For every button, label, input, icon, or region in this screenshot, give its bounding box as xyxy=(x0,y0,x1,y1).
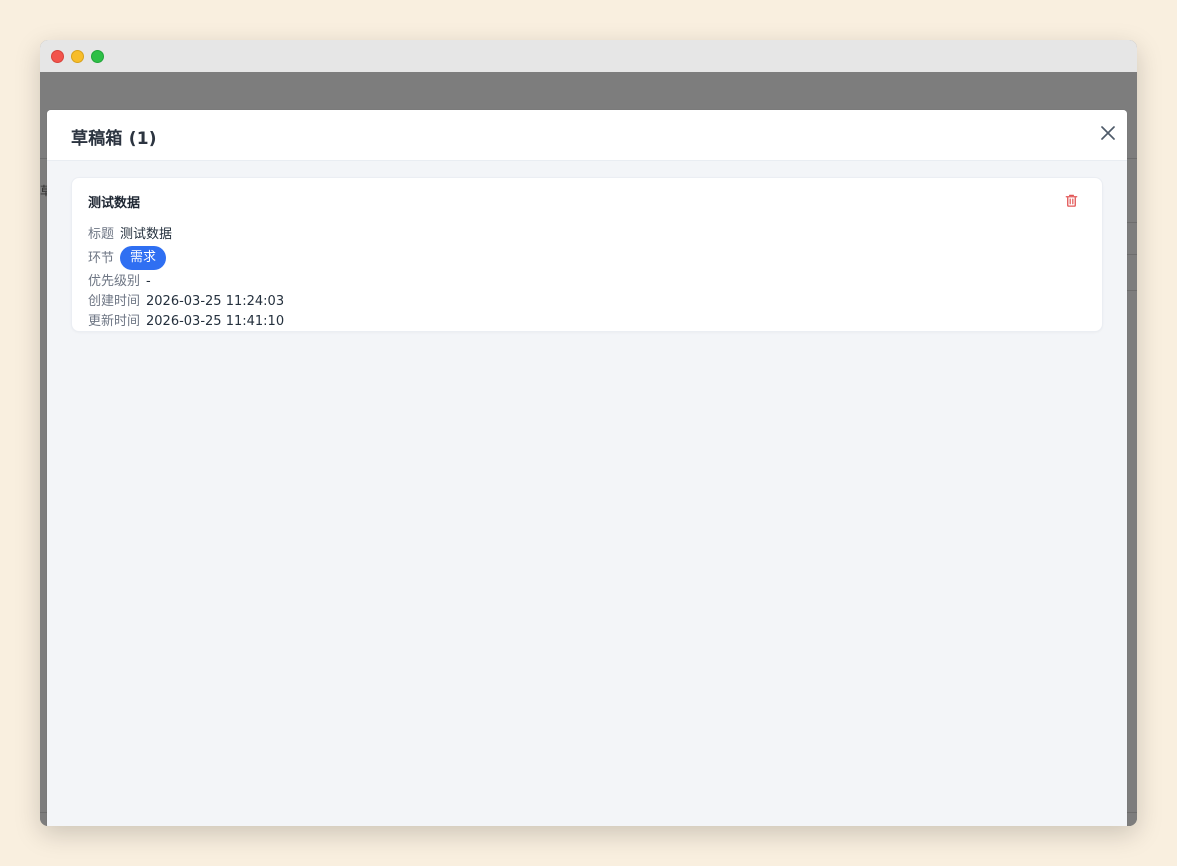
modal-body: 测试数据 标题 测试数据 环节 需求 优先级别 - 创建时间 2026-03-2… xyxy=(47,161,1127,826)
draft-card[interactable]: 测试数据 标题 测试数据 环节 需求 优先级别 - 创建时间 2026-03-2… xyxy=(71,177,1103,332)
modal-header: 草稿箱 (1) xyxy=(47,110,1127,161)
maximize-window-button[interactable] xyxy=(91,49,104,63)
minimize-window-button[interactable] xyxy=(71,49,84,63)
field-created-value: 2026-03-25 11:24:03 xyxy=(146,294,285,309)
close-window-button[interactable] xyxy=(51,49,64,63)
field-updated-label: 更新时间 xyxy=(88,314,141,329)
field-priority-label: 优先级别 xyxy=(88,274,141,289)
app-window: 草 草稿箱 (1) 测试数据 标题 测试数据 环节 需求 优先级别 - 创建时间… xyxy=(40,40,1137,826)
field-title-row: 标题 测试数据 xyxy=(88,225,1086,244)
modal-title: 草稿箱 (1) xyxy=(71,129,157,149)
field-title-value: 测试数据 xyxy=(120,227,173,242)
window-titlebar xyxy=(40,40,1137,72)
dimmed-app-background: 草 草稿箱 (1) 测试数据 标题 测试数据 环节 需求 优先级别 - 创建时间… xyxy=(40,72,1137,826)
field-created-label: 创建时间 xyxy=(88,294,141,309)
draft-box-modal: 草稿箱 (1) 测试数据 标题 测试数据 环节 需求 优先级别 - 创建时间 2… xyxy=(47,110,1127,826)
field-title-label: 标题 xyxy=(88,227,115,242)
field-priority-row: 优先级别 - xyxy=(88,272,1086,291)
stage-tag: 需求 xyxy=(120,246,167,270)
field-created-row: 创建时间 2026-03-25 11:24:03 xyxy=(88,292,1086,311)
draft-card-title: 测试数据 xyxy=(88,196,141,211)
field-updated-row: 更新时间 2026-03-25 11:41:10 xyxy=(88,312,1086,331)
field-updated-value: 2026-03-25 11:41:10 xyxy=(146,314,285,329)
field-priority-value: - xyxy=(146,274,151,289)
field-stage-row: 环节 需求 xyxy=(88,246,1086,270)
close-icon[interactable] xyxy=(1099,124,1117,142)
field-stage-label: 环节 xyxy=(88,250,115,266)
trash-icon[interactable] xyxy=(1064,193,1079,208)
